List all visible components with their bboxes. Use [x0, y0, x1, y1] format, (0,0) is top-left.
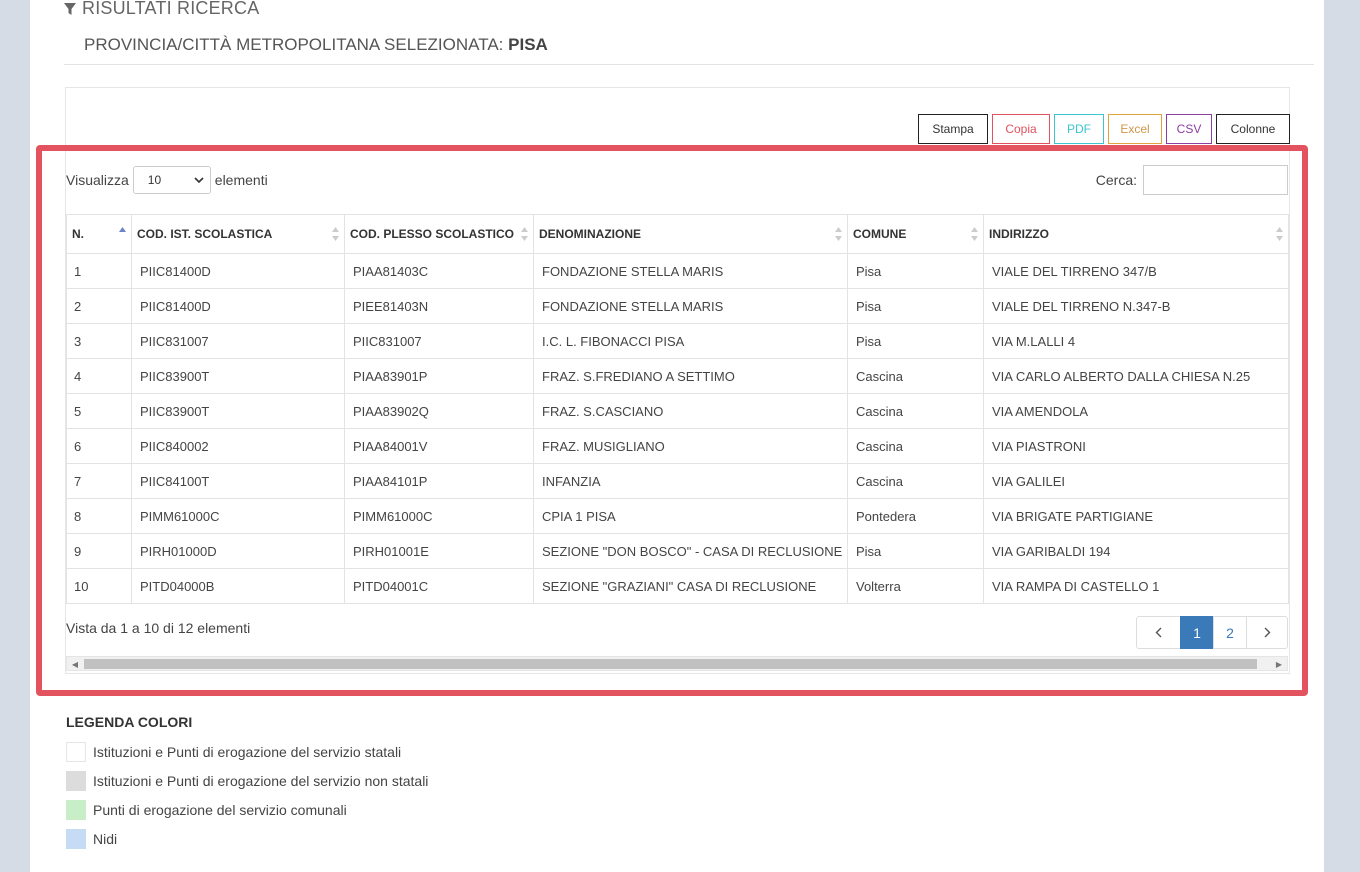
highlight-frame: [36, 145, 1308, 696]
scrollbar-thumb[interactable]: [84, 659, 1257, 669]
selected-province: PROVINCIA/CITTÀ METROPOLITANA SELEZIONAT…: [84, 35, 548, 55]
legend-label: Istituzioni e Punti di erogazione del se…: [93, 744, 402, 760]
legend-item: Nidi: [66, 829, 117, 849]
legend-swatch: [66, 800, 86, 820]
legend-title: LEGENDA COLORI: [66, 714, 193, 730]
results-title: RISULTATI RICERCA: [64, 0, 259, 19]
province-value: PISA: [508, 35, 548, 54]
legend-swatch: [66, 771, 86, 791]
legend-swatch: [66, 829, 86, 849]
horizontal-scrollbar[interactable]: ◀ ▶: [66, 656, 1288, 671]
chevron-right-icon: [1264, 627, 1270, 638]
export-toolbar: Stampa Copia PDF Excel CSV Colonne: [918, 114, 1290, 144]
scroll-right-icon[interactable]: ▶: [1274, 659, 1284, 669]
print-button[interactable]: Stampa: [918, 114, 988, 144]
legend-swatch: [66, 742, 86, 762]
previous-page-button[interactable]: [1136, 616, 1181, 649]
legend-item: Punti di erogazione del servizio comunal…: [66, 800, 347, 820]
next-page-button[interactable]: [1246, 616, 1288, 649]
copy-button[interactable]: Copia: [992, 114, 1050, 144]
province-label: PROVINCIA/CITTÀ METROPOLITANA SELEZIONAT…: [84, 35, 504, 54]
filter-icon: [64, 2, 76, 15]
columns-button[interactable]: Colonne: [1216, 114, 1290, 144]
legend-label: Punti di erogazione del servizio comunal…: [93, 802, 347, 818]
legend-label: Nidi: [93, 831, 118, 847]
legend-item: Istituzioni e Punti di erogazione del se…: [66, 771, 428, 791]
excel-button[interactable]: Excel: [1108, 114, 1162, 144]
scroll-left-icon[interactable]: ◀: [70, 659, 80, 669]
results-title-text: RISULTATI RICERCA: [82, 0, 260, 18]
page-button-1[interactable]: 1: [1180, 616, 1214, 649]
legend-item: Istituzioni e Punti di erogazione del se…: [66, 742, 401, 762]
pdf-button[interactable]: PDF: [1054, 114, 1104, 144]
chevron-left-icon: [1155, 627, 1162, 638]
pagination: 1 2: [1136, 616, 1288, 649]
table-info: Vista da 1 a 10 di 12 elementi: [66, 620, 251, 636]
legend-label: Istituzioni e Punti di erogazione del se…: [93, 773, 429, 789]
results-header: RISULTATI RICERCA PROVINCIA/CITTÀ METROP…: [64, 0, 1314, 65]
page-button-2[interactable]: 2: [1213, 616, 1247, 649]
csv-button[interactable]: CSV: [1166, 114, 1212, 144]
